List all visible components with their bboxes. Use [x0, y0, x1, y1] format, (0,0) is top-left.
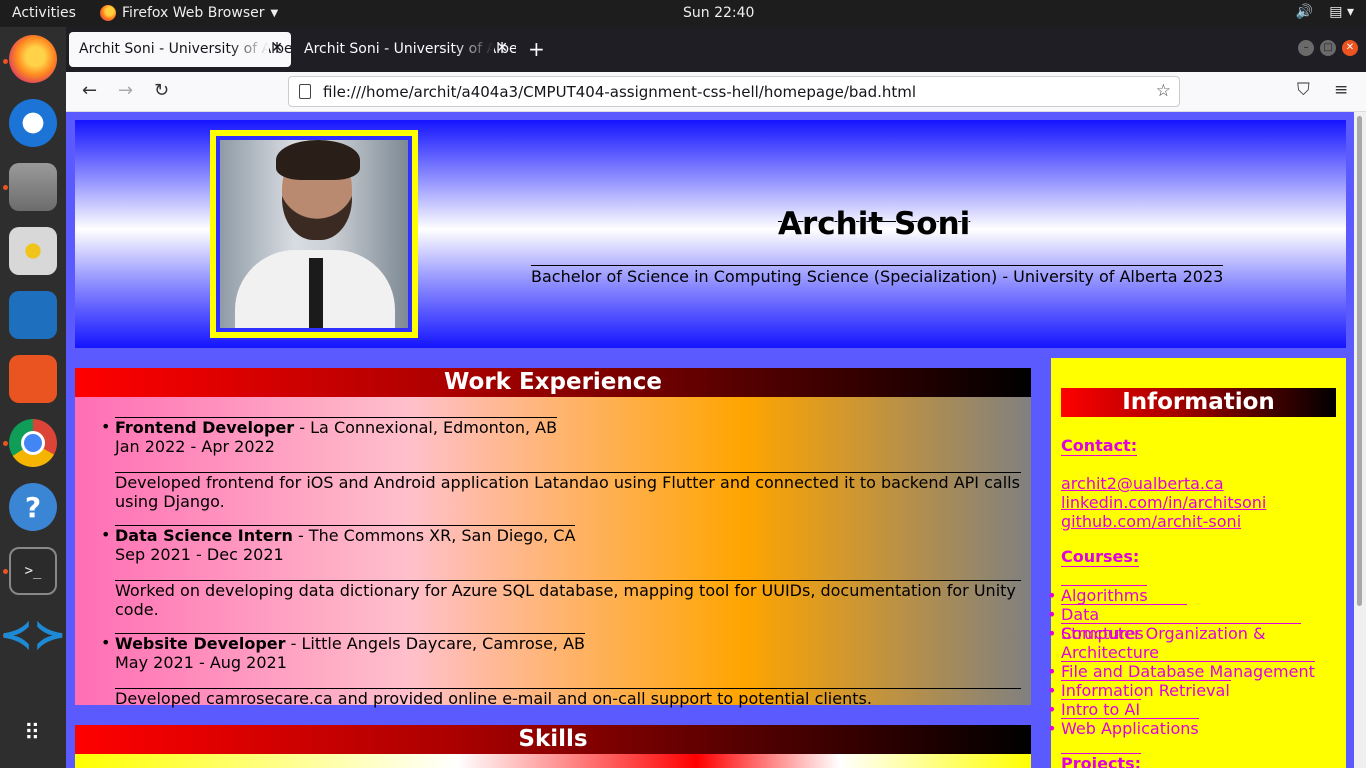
list-item: • Intro to AI	[1047, 699, 1141, 719]
app-menu-label: Firefox Web Browser	[122, 5, 265, 21]
job-description: Developed frontend for iOS and Android a…	[115, 472, 1021, 511]
github-link[interactable]: github.com/archit-soni	[1061, 512, 1241, 531]
activities-button[interactable]: Activities	[12, 5, 76, 21]
firefox-icon[interactable]	[9, 35, 57, 83]
work-experience-heading: Work Experience	[75, 368, 1031, 397]
page-viewport: Archit Soni Bachelor of Science in Compu…	[66, 112, 1354, 768]
contact-heading: Contact:	[1061, 436, 1138, 456]
list-item: • Computer Organization & Architecture	[1047, 623, 1301, 662]
running-indicator	[3, 59, 8, 64]
hamburger-menu-icon[interactable]: ≡	[1334, 80, 1348, 100]
app-menu[interactable]: Firefox Web Browser ▼	[100, 5, 278, 21]
new-tab-button[interactable]: +	[528, 37, 545, 61]
skills-heading: Skills	[75, 725, 1031, 754]
window-controls: – □ ✕	[1298, 40, 1358, 56]
job-description: Developed camrosecare.ca and provided on…	[115, 688, 1021, 708]
page-icon	[299, 84, 311, 99]
bookmark-star-icon[interactable]: ☆	[1156, 81, 1171, 101]
volume-icon: 🔊	[1295, 4, 1314, 20]
navigation-bar: ← → ↻ file:///home/archit/a404a3/CMPUT40…	[66, 72, 1366, 112]
linkedin-link[interactable]: linkedin.com/in/architsoni	[1061, 493, 1266, 512]
window-close-icon[interactable]: ✕	[1342, 40, 1358, 56]
job-dates: Jan 2022 - Apr 2022	[115, 437, 275, 456]
scrollbar-thumb[interactable]	[1357, 116, 1362, 606]
system-tray[interactable]: 🔊 ▤ ▾	[1296, 4, 1354, 20]
page-scrollbar[interactable]	[1354, 112, 1366, 768]
minimize-icon[interactable]: –	[1298, 40, 1314, 56]
clock[interactable]: Sun 22:40	[683, 5, 754, 21]
running-indicator	[3, 569, 8, 574]
url-bar[interactable]: file:///home/archit/a404a3/CMPUT404-assi…	[288, 76, 1180, 107]
job-company: - The Commons XR, San Diego, CA	[292, 526, 576, 545]
information-sidebar: Information Contact: archit2@ualberta.ca…	[1047, 358, 1346, 768]
projects-heading: Projects:	[1061, 753, 1141, 768]
firefox-small-icon	[100, 5, 116, 21]
tab-active[interactable]: Archit Soni - University of Alberta ✕	[69, 32, 291, 67]
thunderbird-icon[interactable]	[9, 99, 57, 147]
page-header: Archit Soni Bachelor of Science in Compu…	[75, 120, 1346, 348]
vscode-icon[interactable]: ≺≻	[0, 611, 67, 659]
job-company: - La Connexional, Edmonton, AB	[294, 418, 558, 437]
work-experience-section: • Frontend Developer - La Connexional, E…	[75, 397, 1031, 708]
job-role: Data Science Intern	[115, 526, 293, 545]
libreoffice-writer-icon[interactable]	[9, 291, 57, 339]
information-heading: Information	[1061, 388, 1336, 417]
running-indicator	[3, 441, 8, 446]
maximize-icon[interactable]: □	[1320, 40, 1336, 56]
help-icon[interactable]: ?	[9, 483, 57, 531]
tab-bar: Archit Soni - University of Alberta ✕ Ar…	[66, 27, 1366, 72]
url-text: file:///home/archit/a404a3/CMPUT404-assi…	[323, 83, 917, 101]
reload-icon[interactable]: ↻	[154, 80, 169, 101]
degree-subtitle: Bachelor of Science in Computing Science…	[531, 265, 1224, 286]
dock: ? >_ ≺≻ ⠿	[0, 27, 67, 768]
show-applications-icon[interactable]: ⠿	[9, 709, 57, 757]
list-item: • Frontend Developer - La Connexional, E…	[101, 417, 1021, 511]
back-icon[interactable]: ←	[82, 80, 97, 101]
tab-close-icon[interactable]: ✕	[496, 40, 508, 56]
forward-icon[interactable]: →	[118, 80, 133, 101]
page-title: Archit Soni	[778, 206, 971, 242]
job-role: Website Developer	[115, 634, 286, 653]
rhythmbox-icon[interactable]	[9, 227, 57, 275]
list-item: • Algorithms	[1047, 585, 1148, 605]
job-role: Frontend Developer	[115, 418, 295, 437]
profile-photo	[210, 130, 418, 338]
terminal-icon[interactable]: >_	[9, 547, 57, 595]
tab-close-icon[interactable]: ✕	[271, 40, 283, 56]
list-item: • Information Retrieval	[1047, 680, 1231, 700]
list-item: • Data Science Intern - The Commons XR, …	[101, 525, 1021, 619]
email-link[interactable]: archit2@ualberta.ca	[1061, 474, 1224, 493]
job-dates: May 2021 - Aug 2021	[115, 653, 287, 672]
job-dates: Sep 2021 - Dec 2021	[115, 545, 284, 564]
job-company: - Little Angels Daycare, Camrose, AB	[285, 634, 586, 653]
list-item: • Web Applications	[1047, 718, 1199, 738]
system-top-bar: Activities Firefox Web Browser ▼ Sun 22:…	[0, 0, 1366, 27]
pocket-icon[interactable]: ⛉	[1297, 80, 1310, 100]
list-item: • Website Developer - Little Angels Dayc…	[101, 633, 1021, 708]
software-store-icon[interactable]	[9, 355, 57, 403]
chevron-down-icon: ▼	[270, 7, 279, 19]
running-indicator	[3, 185, 8, 190]
skills-section	[75, 754, 1031, 768]
list-item: • File and Database Management	[1047, 661, 1315, 681]
chrome-icon[interactable]	[9, 419, 57, 467]
tab-inactive[interactable]: Archit Soni - University of Alberta ✕	[294, 32, 516, 67]
job-description: Worked on developing data dictionary for…	[115, 580, 1021, 619]
courses-heading: Courses:	[1061, 547, 1140, 567]
system-menu-icon: ▤ ▾	[1329, 4, 1354, 20]
files-icon[interactable]	[9, 163, 57, 211]
